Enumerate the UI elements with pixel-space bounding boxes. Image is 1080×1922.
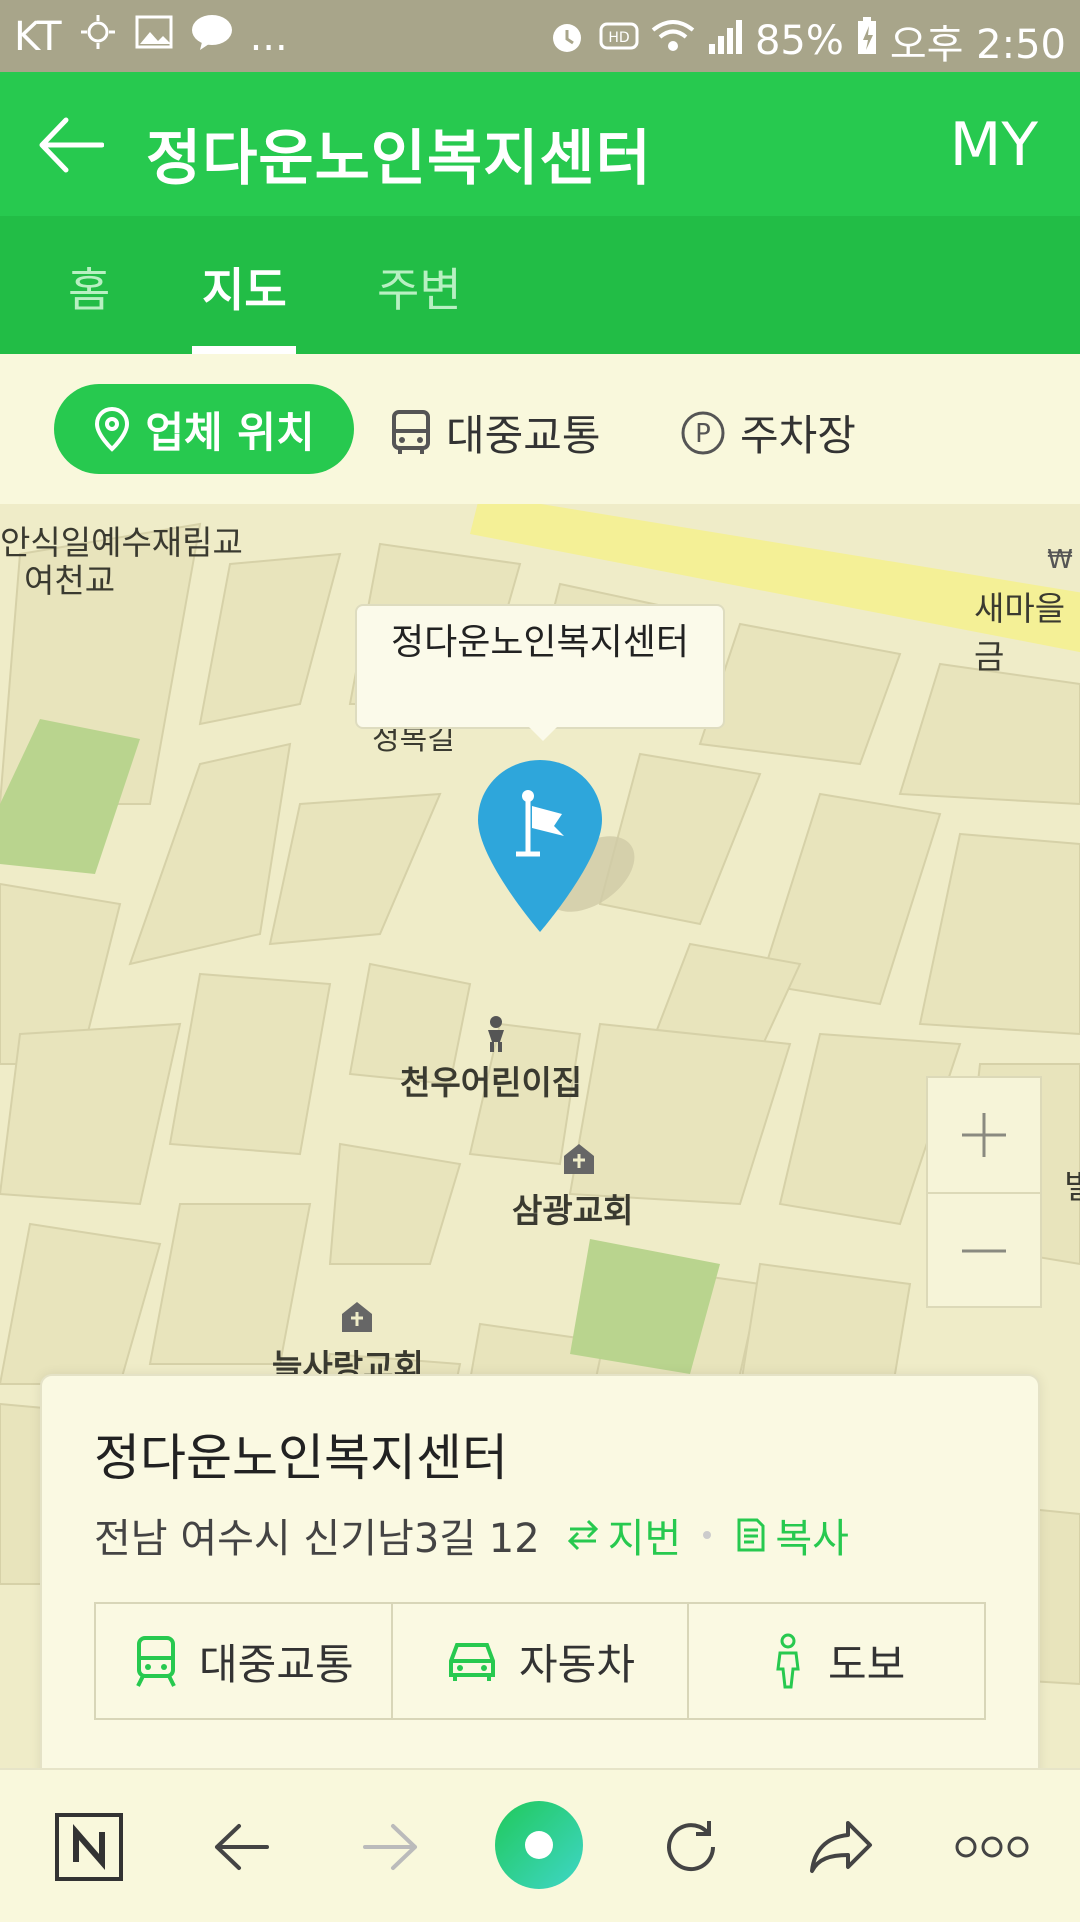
copy-icon: [737, 1518, 765, 1552]
route-walk-label: 도보: [828, 1639, 906, 1689]
subway-icon: [136, 1636, 176, 1687]
refresh-icon: [667, 1821, 716, 1872]
map-label: 빌: [1064, 1167, 1080, 1206]
place-name: 정다운노인복지센터: [94, 1429, 508, 1487]
svg-text:₩: ₩: [1047, 545, 1073, 574]
copy-label: 복사: [775, 1516, 849, 1562]
parking-label: 주차장: [740, 411, 856, 460]
zoom-in-button[interactable]: [928, 1078, 1040, 1192]
place-callout[interactable]: 정다운노인복지센터: [355, 604, 725, 741]
carrier-label: KT: [14, 14, 62, 60]
more-notifications: ...: [249, 14, 288, 60]
svg-text:P: P: [695, 419, 711, 449]
place-address-row: 전남 여수시 신기남3길 12 지번 복사: [94, 1506, 849, 1564]
business-location-label: 업체 위치: [145, 407, 315, 457]
green-dot-icon: [495, 1801, 583, 1889]
refresh-button[interactable]: [656, 1812, 726, 1882]
minus-icon: [962, 1249, 1006, 1253]
map-label: 삼광교회: [512, 1191, 634, 1230]
zoom-control: [926, 1076, 1042, 1308]
place-address: 전남 여수시 신기남3길 12: [94, 1516, 540, 1562]
business-location-chip[interactable]: 업체 위치: [54, 384, 354, 474]
battery-percent: 85%: [754, 18, 844, 64]
location-pin-icon: [95, 406, 130, 452]
map-label: 새마을금: [974, 589, 1066, 676]
copy-address-button[interactable]: 복사: [733, 1506, 849, 1564]
active-tab-indicator: [192, 346, 296, 354]
more-dots-icon: [955, 1836, 1029, 1858]
page-title: 정다운노인복지센터: [146, 124, 652, 194]
bus-icon: [392, 409, 430, 454]
route-car-label: 자동차: [519, 1639, 635, 1689]
route-walk-button[interactable]: 도보: [689, 1604, 984, 1718]
arrow-right-icon: [363, 1824, 417, 1870]
swap-icon: [567, 1519, 598, 1551]
bank-icon: ₩: [1040, 544, 1080, 575]
map-label: 천우어린이집: [400, 1063, 583, 1102]
route-options: 대중교통 자동차 도보: [94, 1602, 986, 1720]
share-button[interactable]: [806, 1812, 876, 1882]
place-info-card: 정다운노인복지센터 전남 여수시 신기남3길 12 지번 복사 대중교통 자동차…: [40, 1374, 1040, 1794]
flag-marker-icon: [478, 760, 602, 932]
weather-icon: [78, 12, 118, 62]
svg-text:HD: HD: [608, 30, 629, 46]
separator-dot: [703, 1531, 712, 1539]
route-transit-label: 대중교통: [199, 1639, 354, 1689]
church-icon: [340, 1300, 374, 1334]
car-icon: [449, 1643, 496, 1681]
tab-home[interactable]: 홈: [68, 254, 110, 320]
status-bar: KT ... HD 85% 오후 2:50: [0, 0, 1080, 72]
battery-icon: [856, 16, 878, 66]
clock: 오후 2:50: [889, 22, 1066, 68]
more-menu-button[interactable]: [954, 1812, 1030, 1882]
green-dot-button[interactable]: [494, 1800, 584, 1890]
gallery-icon: [134, 12, 174, 62]
route-transit-button[interactable]: 대중교통: [96, 1604, 393, 1718]
place-marker[interactable]: [476, 756, 604, 936]
signal-icon: [707, 16, 743, 66]
jibun-label: 지번: [607, 1516, 682, 1562]
arrow-left-icon: [215, 1824, 269, 1870]
route-car-button[interactable]: 자동차: [393, 1604, 690, 1718]
alarm-icon: [547, 16, 587, 66]
walking-icon: [776, 1633, 800, 1689]
callout-label: 정다운노인복지센터: [390, 622, 690, 663]
parking-icon: P: [681, 411, 725, 454]
transit-label: 대중교통: [446, 411, 601, 460]
tab-nearby[interactable]: 주변: [377, 254, 462, 320]
back-button[interactable]: [38, 112, 105, 178]
map-label: 여천교: [24, 561, 116, 600]
wifi-icon: [651, 16, 695, 66]
share-arrow-icon: [810, 1821, 872, 1873]
church-icon: [562, 1142, 596, 1176]
naver-n-icon: [55, 1813, 123, 1881]
browser-toolbar: [0, 1768, 1080, 1922]
transit-chip[interactable]: 대중교통: [390, 402, 601, 463]
hd-voice-icon: HD: [599, 16, 639, 66]
daycare-icon: [476, 1014, 516, 1054]
plus-icon: [962, 1113, 1006, 1157]
jibun-toggle-button[interactable]: 지번: [566, 1506, 682, 1564]
browser-back-button[interactable]: [206, 1812, 276, 1882]
tab-map[interactable]: 지도: [202, 254, 287, 320]
tab-bar: 홈 지도 주변: [0, 216, 1080, 354]
talk-icon: [190, 12, 234, 62]
browser-forward-button[interactable]: [356, 1812, 426, 1882]
parking-chip[interactable]: P 주차장: [680, 402, 856, 463]
app-header: 정다운노인복지센터 MY: [0, 72, 1080, 216]
naver-home-button[interactable]: [54, 1812, 124, 1882]
arrow-left-icon: [39, 117, 105, 173]
zoom-out-button[interactable]: [928, 1194, 1040, 1308]
map-filter-bar: 업체 위치 대중교통 P 주차장: [0, 354, 1080, 504]
my-button[interactable]: MY: [950, 110, 1038, 180]
